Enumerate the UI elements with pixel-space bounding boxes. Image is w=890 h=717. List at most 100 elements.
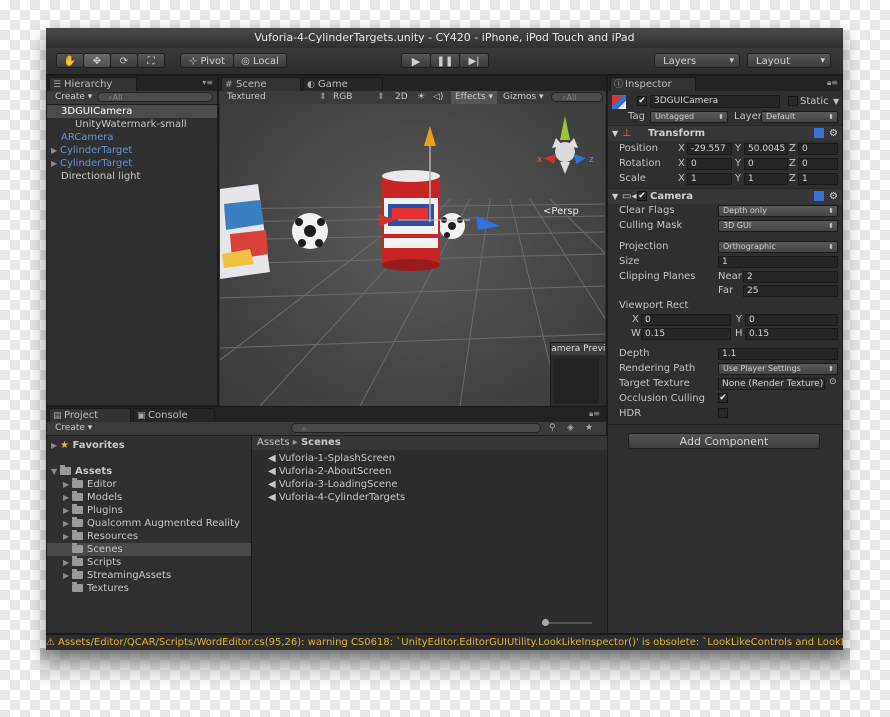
scale-y-field[interactable]: 1: [744, 173, 788, 185]
collapse-arrow-icon[interactable]: ▼: [51, 465, 60, 478]
near-field[interactable]: 2: [743, 271, 838, 283]
rotation-y-field[interactable]: 0: [744, 158, 788, 170]
local-toggle[interactable]: ◎ Local: [233, 53, 287, 68]
tab-inspector[interactable]: ⓘ Inspector: [610, 77, 696, 91]
help-book-icon[interactable]: [814, 128, 824, 138]
folder-item[interactable]: ▶ Resources: [47, 530, 251, 543]
target-texture-field[interactable]: None (Render Texture): [718, 378, 825, 390]
folder-item[interactable]: Textures: [47, 582, 251, 595]
static-checkbox[interactable]: [788, 96, 798, 106]
expand-arrow-icon[interactable]: ▶: [63, 556, 72, 569]
scale-z-field[interactable]: 1: [798, 173, 838, 185]
depth-field[interactable]: 1.1: [718, 348, 838, 360]
rotate-tool-button[interactable]: ⟳: [110, 53, 138, 68]
tab-game[interactable]: ◐ Game: [303, 77, 383, 91]
expand-arrow-icon[interactable]: ▶: [63, 504, 72, 517]
layout-dropdown[interactable]: Layout: [747, 53, 831, 69]
position-z-field[interactable]: 0: [798, 143, 838, 155]
scale-x-field[interactable]: 1: [687, 173, 732, 185]
project-search-input[interactable]: ⌕: [291, 423, 541, 433]
scene-file-item[interactable]: ◀ Vuforia-2-AboutScreen: [252, 465, 607, 478]
viewport-x-field[interactable]: 0: [641, 314, 731, 326]
layers-dropdown[interactable]: Layers: [654, 53, 740, 69]
lighting-toggle-icon[interactable]: ☀: [417, 91, 425, 104]
hierarchy-item[interactable]: 3DGUICamera: [47, 105, 217, 118]
gear-icon[interactable]: ⚙: [829, 189, 838, 204]
expand-arrow-icon[interactable]: ▶: [63, 569, 72, 582]
scene-file-item[interactable]: ◀ Vuforia-4-CylinderTargets: [252, 491, 607, 504]
panel-menu-icon[interactable]: ▾≡: [202, 78, 213, 87]
object-picker-icon[interactable]: ⊙: [829, 376, 837, 389]
orientation-gizmo[interactable]: [544, 116, 586, 174]
culling-mask-dropdown[interactable]: 3D GUI: [718, 220, 838, 232]
static-dropdown-icon[interactable]: ▼: [833, 95, 839, 108]
favorite-star-icon[interactable]: ★: [585, 422, 593, 435]
play-button[interactable]: ▶: [401, 53, 431, 68]
lock-icon[interactable]: 🔒︎≡: [589, 409, 600, 419]
camera-enabled-checkbox[interactable]: ✔: [637, 191, 647, 201]
scale-tool-button[interactable]: ⛶: [137, 53, 165, 68]
hierarchy-item[interactable]: ▶ CylinderTarget: [47, 157, 217, 170]
active-checkbox[interactable]: ✔: [637, 96, 647, 106]
scene-file-item[interactable]: ◀ Vuforia-3-LoadingScene: [252, 478, 607, 491]
size-field[interactable]: 1: [718, 256, 838, 268]
tab-hierarchy[interactable]: ☰ Hierarchy: [49, 77, 137, 91]
collapse-arrow-icon[interactable]: ▼: [612, 189, 618, 204]
tab-scene[interactable]: # Scene: [221, 77, 301, 91]
pivot-toggle[interactable]: ⊹ Pivot: [180, 53, 234, 68]
tab-project[interactable]: ▤ Project: [49, 408, 131, 422]
assets-item[interactable]: ▼ Assets: [47, 465, 251, 478]
folder-item[interactable]: ▶ Qualcomm Augmented Reality: [47, 517, 251, 530]
layer-dropdown[interactable]: Default: [761, 111, 838, 123]
gear-icon[interactable]: ⚙: [829, 126, 838, 141]
object-name-field[interactable]: 3DGUICamera: [650, 95, 780, 108]
project-create-button[interactable]: Create ▾: [55, 422, 92, 435]
projection-dropdown[interactable]: Orthographic: [718, 241, 838, 253]
rotation-z-field[interactable]: 0: [798, 158, 838, 170]
folder-item[interactable]: ▶ Models: [47, 491, 251, 504]
color-mode-dropdown[interactable]: RGB: [333, 91, 352, 104]
scene-search-input[interactable]: ⌕All: [551, 92, 603, 102]
hdr-checkbox[interactable]: [718, 408, 728, 418]
rendering-path-dropdown[interactable]: Use Player Settings: [718, 363, 838, 375]
expand-arrow-icon[interactable]: ▶: [51, 157, 60, 170]
render-mode-dropdown[interactable]: Textured: [227, 91, 266, 104]
move-tool-button[interactable]: ✥: [83, 53, 111, 68]
effects-dropdown[interactable]: Effects ▾: [451, 91, 497, 104]
scene-viewport[interactable]: x z <Persp Camera Preview: [220, 104, 605, 406]
hierarchy-create-button[interactable]: Create ▾: [55, 91, 92, 104]
expand-arrow-icon[interactable]: ▶: [51, 144, 60, 157]
camera-header[interactable]: ▼ ▭◂ ✔ Camera ⚙: [608, 188, 842, 204]
viewport-w-field[interactable]: 0.15: [641, 328, 731, 340]
viewport-y-field[interactable]: 0: [745, 314, 838, 326]
breadcrumb-root[interactable]: Assets: [257, 437, 290, 448]
viewport-h-field[interactable]: 0.15: [745, 328, 838, 340]
projection-toggle[interactable]: <Persp: [543, 206, 579, 217]
occlusion-culling-checkbox[interactable]: ✔: [718, 393, 728, 403]
folder-item[interactable]: ▶ Plugins: [47, 504, 251, 517]
collapse-arrow-icon[interactable]: ▼: [612, 126, 618, 141]
expand-arrow-icon[interactable]: ▶: [63, 517, 72, 530]
scene-file-item[interactable]: ◀ Vuforia-1-SplashScreen: [252, 452, 607, 465]
status-bar[interactable]: ⚠ Assets/Editor/QCAR/Scripts/WordEditor.c…: [46, 634, 843, 650]
expand-arrow-icon[interactable]: ▶: [51, 439, 60, 452]
far-field[interactable]: 25: [743, 285, 838, 297]
hierarchy-item[interactable]: ▶ CylinderTarget: [47, 144, 217, 157]
folder-item[interactable]: Scenes: [47, 543, 251, 556]
hierarchy-item[interactable]: Directional light: [47, 170, 217, 183]
tag-dropdown[interactable]: Untagged: [650, 111, 728, 123]
pause-button[interactable]: ❚❚: [430, 53, 460, 68]
icon-size-slider[interactable]: [542, 619, 592, 626]
hierarchy-item[interactable]: UnityWatermark-small: [47, 118, 217, 131]
folder-item[interactable]: ▶ Editor: [47, 478, 251, 491]
filter-label-icon[interactable]: ◈: [567, 422, 574, 435]
expand-arrow-icon[interactable]: ▶: [63, 530, 72, 543]
add-component-button[interactable]: Add Component: [628, 433, 820, 449]
hand-tool-button[interactable]: ✋: [56, 53, 84, 68]
gizmos-dropdown[interactable]: Gizmos ▾: [503, 91, 544, 104]
expand-arrow-icon[interactable]: ▶: [63, 478, 72, 491]
folder-item[interactable]: ▶ StreamingAssets: [47, 569, 251, 582]
expand-arrow-icon[interactable]: ▶: [63, 491, 72, 504]
filter-type-icon[interactable]: ⚲: [549, 422, 556, 435]
transform-header[interactable]: ▼ ⊥ Transform ⚙: [608, 125, 842, 141]
